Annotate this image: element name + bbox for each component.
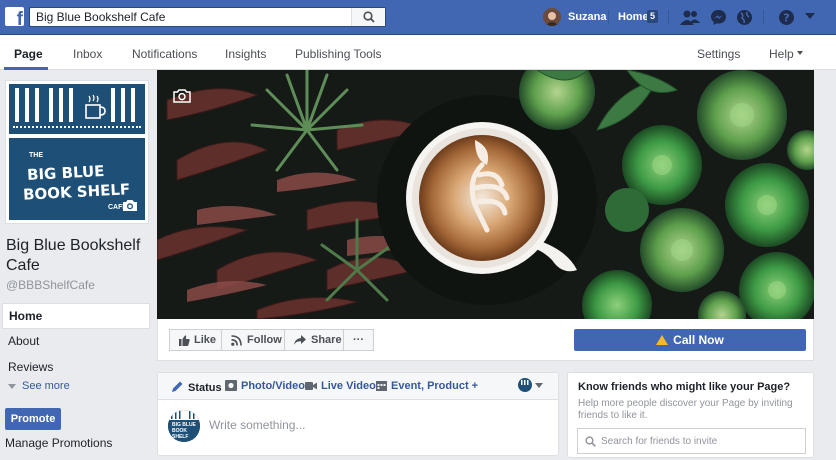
composer-input[interactable]: Write something... — [209, 418, 305, 432]
camera-icon[interactable] — [122, 199, 138, 212]
divider — [668, 10, 669, 24]
search-button[interactable] — [351, 8, 385, 26]
composer-tab-status[interactable]: Status — [171, 380, 222, 394]
sidebar-item-home[interactable]: Home — [2, 303, 150, 329]
profile-picture[interactable]: THE BIG BLUE BOOK SHELF CAFE — [5, 80, 149, 224]
post-composer: Status Photo/Video Live Video Event, Pro… — [157, 372, 559, 456]
svg-text:?: ? — [783, 12, 789, 25]
top-bar: f Suzana Home 5 ? — [0, 0, 836, 35]
sidebar-item-reviews[interactable]: Reviews — [2, 355, 150, 381]
composer-tab-status-label: Status — [188, 382, 222, 394]
share-button[interactable]: Share — [284, 329, 344, 351]
logo-text-the: THE — [29, 152, 43, 159]
search-input[interactable] — [36, 9, 346, 25]
user-name: Suzana — [568, 11, 607, 23]
warning-icon — [656, 335, 669, 345]
coffee-mug-icon — [85, 94, 106, 119]
chevron-down-icon — [797, 51, 803, 55]
tab-notifications[interactable]: Notifications — [132, 47, 197, 61]
messenger-icon[interactable] — [710, 9, 727, 26]
avatar-logo-text: BIG BLUE BOOK SHELF — [172, 422, 196, 440]
search-icon — [585, 436, 596, 447]
cover-photo[interactable] — [157, 70, 814, 319]
facebook-logo-icon[interactable]: f — [5, 7, 24, 26]
composer-tab-photo-label: Photo/Video — [241, 380, 305, 392]
follow-button[interactable]: Follow — [221, 329, 285, 351]
home-link[interactable]: Home — [618, 11, 649, 23]
tab-insights[interactable]: Insights — [225, 47, 266, 61]
search-box[interactable] — [29, 7, 386, 27]
like-icon — [179, 335, 190, 346]
like-label: Like — [194, 334, 217, 346]
event-icon — [376, 381, 387, 391]
page-action-bar: Like Follow Share ··· Call Now — [157, 319, 814, 361]
promote-button[interactable]: Promote — [5, 408, 61, 430]
composer-tab-photo[interactable]: Photo/Video — [225, 380, 305, 392]
see-more-link[interactable]: See more — [8, 380, 70, 392]
chevron-down-icon — [535, 383, 544, 388]
more-options-button[interactable]: ··· — [343, 329, 374, 351]
globe-icon[interactable] — [736, 9, 753, 26]
composer-tab-event-label: Event, Product + — [391, 380, 479, 392]
composer-tab-live-label: Live Video — [321, 380, 376, 392]
page-subnav: Page Inbox Notifications Insights Publis… — [0, 35, 836, 70]
rss-icon — [231, 335, 242, 346]
call-now-label: Call Now — [673, 333, 724, 347]
tab-help[interactable]: Help — [769, 47, 794, 61]
invite-search-box[interactable] — [577, 428, 806, 454]
avatar: BIG BLUE BOOK SHELF — [168, 410, 200, 442]
camera-icon[interactable] — [173, 88, 191, 103]
share-icon — [294, 335, 306, 345]
logo-dots — [13, 126, 141, 128]
tab-publishing-tools[interactable]: Publishing Tools — [295, 47, 382, 61]
composer-tabs: Status Photo/Video Live Video Event, Pro… — [158, 373, 558, 400]
manage-promotions-link[interactable]: Manage Promotions — [5, 436, 112, 450]
call-now-button[interactable]: Call Now — [574, 329, 806, 351]
tab-page[interactable]: Page — [14, 47, 43, 61]
composer-tab-event[interactable]: Event, Product + — [376, 380, 478, 392]
divider — [763, 10, 764, 24]
friends-icon[interactable] — [680, 9, 700, 26]
divider — [608, 10, 609, 24]
page-edge — [815, 70, 836, 460]
invite-friends-card: Know friends who might like your Page? H… — [567, 372, 814, 458]
photo-icon — [225, 380, 237, 391]
avatar — [543, 8, 561, 26]
invite-title: Know friends who might like your Page? — [578, 381, 791, 393]
post-as-selector[interactable] — [518, 378, 544, 395]
see-more-label: See more — [22, 380, 70, 392]
share-label: Share — [311, 334, 342, 346]
help-icon[interactable]: ? — [778, 9, 795, 26]
composer-tab-live[interactable]: Live Video — [305, 380, 376, 392]
pencil-icon — [172, 381, 183, 392]
sidebar-item-about[interactable]: About — [2, 329, 150, 355]
home-count-badge: 5 — [647, 10, 658, 23]
chevron-down-icon — [8, 383, 16, 389]
cover-image — [157, 70, 814, 319]
invite-search-input[interactable] — [601, 434, 801, 449]
page-avatar-icon — [518, 378, 532, 392]
chevron-down-icon[interactable] — [805, 13, 815, 20]
tab-inbox[interactable]: Inbox — [73, 47, 102, 61]
page-title: Big Blue Bookshelf Cafe — [6, 237, 141, 274]
left-nav: Home About Reviews — [2, 303, 150, 381]
active-tab-indicator — [4, 67, 48, 70]
search-icon — [363, 11, 375, 23]
video-icon — [305, 382, 317, 390]
like-button[interactable]: Like — [169, 329, 222, 351]
follow-label: Follow — [247, 334, 282, 346]
tab-settings[interactable]: Settings — [697, 47, 740, 61]
page-handle[interactable]: @BBBShelfCafe — [6, 278, 95, 292]
invite-description: Help more people discover your Page by i… — [578, 398, 793, 421]
